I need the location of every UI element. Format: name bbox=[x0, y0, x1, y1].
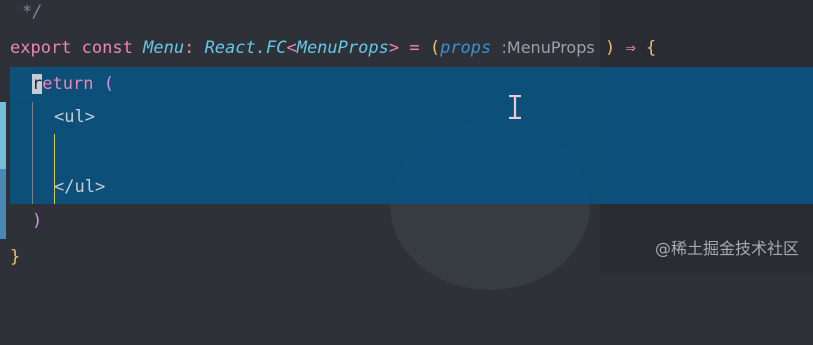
arrow-operator: ⇒ bbox=[625, 38, 636, 58]
return-open-paren: ( bbox=[103, 74, 114, 94]
return-keyword: eturn bbox=[42, 74, 94, 94]
generic-close: > bbox=[388, 38, 400, 58]
code-line[interactable]: return ( bbox=[0, 67, 813, 102]
code-editor[interactable]: */ export const Menu: React.FC<MenuProps… bbox=[0, 0, 813, 273]
type-colon: : bbox=[184, 38, 195, 58]
ul-close-tag: </ul> bbox=[54, 177, 106, 197]
code-line[interactable]: export const Menu: React.FC<MenuProps> =… bbox=[0, 30, 813, 65]
ul-open-tag: <ul> bbox=[54, 107, 95, 127]
const-keyword: const bbox=[81, 38, 133, 58]
text-cursor: r bbox=[32, 74, 43, 94]
type-namespace: React.FC bbox=[204, 38, 287, 58]
component-name: Menu bbox=[143, 38, 185, 58]
open-brace: { bbox=[645, 38, 657, 58]
equals-sign: = bbox=[409, 38, 420, 58]
code-line[interactable]: </ul> bbox=[0, 170, 813, 205]
param-props: props bbox=[440, 38, 492, 58]
code-line[interactable]: ) bbox=[0, 204, 813, 239]
close-paren: ) bbox=[604, 38, 616, 58]
inlay-type-hint: :MenuProps bbox=[501, 38, 595, 57]
return-line: return ( bbox=[32, 67, 114, 102]
close-brace: } bbox=[10, 247, 21, 267]
open-paren: ( bbox=[429, 38, 441, 58]
return-close-paren: ) bbox=[32, 211, 43, 231]
export-keyword: export bbox=[10, 38, 72, 58]
comment-end: */ bbox=[22, 2, 43, 22]
code-line[interactable]: <ul> bbox=[0, 100, 813, 135]
signature-line: export const Menu: React.FC<MenuProps> =… bbox=[10, 30, 656, 66]
code-line[interactable]: */ bbox=[0, 0, 813, 30]
ibeam-cursor-icon bbox=[509, 95, 521, 119]
code-line[interactable] bbox=[0, 135, 813, 170]
generic-open: < bbox=[286, 38, 297, 58]
watermark: @稀土掘金技术社区 bbox=[654, 239, 799, 258]
props-type: MenuProps bbox=[296, 38, 389, 58]
